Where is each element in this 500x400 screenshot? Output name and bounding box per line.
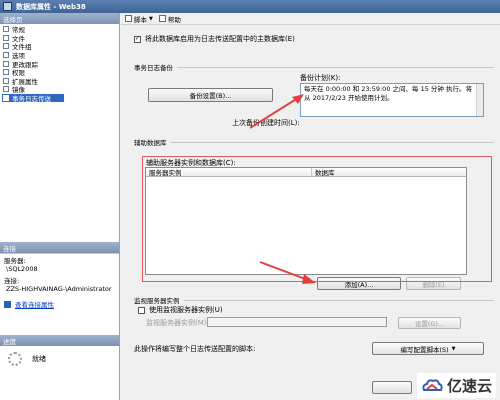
- script-config-label: 此操作将编写整个日志传送配置的脚本:: [134, 345, 256, 353]
- secondary-section-title: 辅助数据库: [134, 139, 167, 147]
- progress-area: 就绪: [0, 346, 119, 366]
- properties-icon: [4, 300, 11, 308]
- toolbar: 脚本 ▼ 帮助: [121, 13, 500, 25]
- page-icon: [3, 77, 9, 84]
- connection-label: 连接:: [4, 277, 20, 285]
- annotation-arrow-icon: [259, 261, 316, 284]
- watermark-text: 亿速云: [446, 377, 492, 395]
- backup-schedule-label: 备份计划(K):: [300, 74, 341, 82]
- script-configuration-label: 编写配置脚本(S): [400, 345, 449, 354]
- monitor-section-header: 监视服务器实例: [134, 295, 494, 305]
- script-label: 脚本: [134, 15, 147, 24]
- window-title: 数据库属性 - Web38: [16, 2, 86, 11]
- use-monitor-row: 使用监视服务器实例(U): [138, 305, 223, 315]
- pages-header: 选择页: [0, 13, 119, 24]
- backup-section-header: 事务日志备份: [134, 62, 494, 72]
- connection-area: 服务器: \SQL2008 连接: ZZS-HIGHVAINAG-\Admini…: [0, 253, 119, 335]
- progress-status: 就绪: [32, 355, 46, 363]
- use-monitor-label: 使用监视服务器实例(U): [149, 306, 223, 314]
- page-icon: [3, 86, 9, 93]
- page-icon: [3, 60, 9, 67]
- secondary-section-header: 辅助数据库: [134, 137, 494, 147]
- view-connection-properties-link[interactable]: 查看连接属性: [15, 299, 54, 309]
- database-icon: [3, 2, 12, 11]
- view-connection-row: 查看连接属性: [4, 299, 119, 309]
- cloud-logo-icon: [422, 378, 443, 391]
- backup-section-title: 事务日志备份: [134, 64, 173, 72]
- divider: [170, 141, 494, 143]
- watermark: 亿速云: [416, 373, 496, 398]
- progress-header: 进度: [0, 335, 119, 346]
- spinner-icon: [8, 352, 22, 366]
- connection-header: 连接: [0, 242, 119, 253]
- left-pane: 选择页 常规 文件 文件组 选项 更改跟踪 权限 扩展属性 镜像 事务日志传送 …: [0, 13, 120, 400]
- page-icon: [3, 52, 9, 59]
- page-icon: [3, 34, 9, 41]
- backup-schedule-textbox[interactable]: 每天在 0:00:00 和 23:59:00 之间、每 15 分钟 执行。将从 …: [300, 83, 484, 117]
- page-list: 常规 文件 文件组 选项 更改跟踪 权限 扩展属性 镜像 事务日志传送: [0, 24, 119, 242]
- monitor-section-title: 监视服务器实例: [134, 297, 180, 305]
- monitor-settings-button[interactable]: 设置(G)...: [398, 317, 461, 329]
- monitor-instance-label: 监视服务器实例(M):: [146, 319, 209, 327]
- server-label: 服务器:: [4, 257, 26, 265]
- help-label: 帮助: [167, 15, 181, 24]
- divider: [183, 299, 494, 301]
- script-button[interactable]: 脚本 ▼: [125, 14, 153, 24]
- page-icon: [3, 26, 9, 33]
- page-icon: [3, 43, 9, 50]
- title-bar: 数据库属性 - Web38: [0, 0, 500, 13]
- ok-button[interactable]: [372, 381, 412, 394]
- enable-primary-label: 将此数据库启用为日志传送配置中的主数据库(E): [145, 35, 295, 43]
- page-icon: [3, 69, 9, 76]
- help-icon: [158, 15, 166, 22]
- script-icon: [125, 15, 132, 22]
- page-icon: [3, 95, 9, 102]
- page-item-log-shipping[interactable]: 事务日志传送: [2, 93, 64, 104]
- divider: [177, 66, 494, 68]
- scrollbar[interactable]: [476, 84, 483, 116]
- page-item-label: 事务日志传送: [12, 95, 51, 104]
- connection-value: ZZS-HIGHVAINAG-\Administrator: [6, 285, 112, 293]
- annotation-arrow-icon: [249, 94, 304, 129]
- enable-primary-row: ✓ 将此数据库启用为日志传送配置中的主数据库(E): [134, 34, 295, 44]
- monitor-instance-input[interactable]: [207, 317, 387, 327]
- server-value: \SQL2008: [6, 265, 38, 273]
- script-configuration-button[interactable]: 编写配置脚本(S) ▼: [372, 342, 484, 355]
- help-button[interactable]: 帮助: [158, 14, 181, 24]
- enable-primary-checkbox[interactable]: ✓: [134, 35, 141, 43]
- backup-schedule-text: 每天在 0:00:00 和 23:59:00 之间、每 15 分钟 执行。将从 …: [304, 85, 472, 102]
- chevron-down-icon: ▼: [451, 345, 456, 352]
- chevron-down-icon: ▼: [149, 15, 153, 22]
- use-monitor-checkbox[interactable]: [138, 306, 145, 314]
